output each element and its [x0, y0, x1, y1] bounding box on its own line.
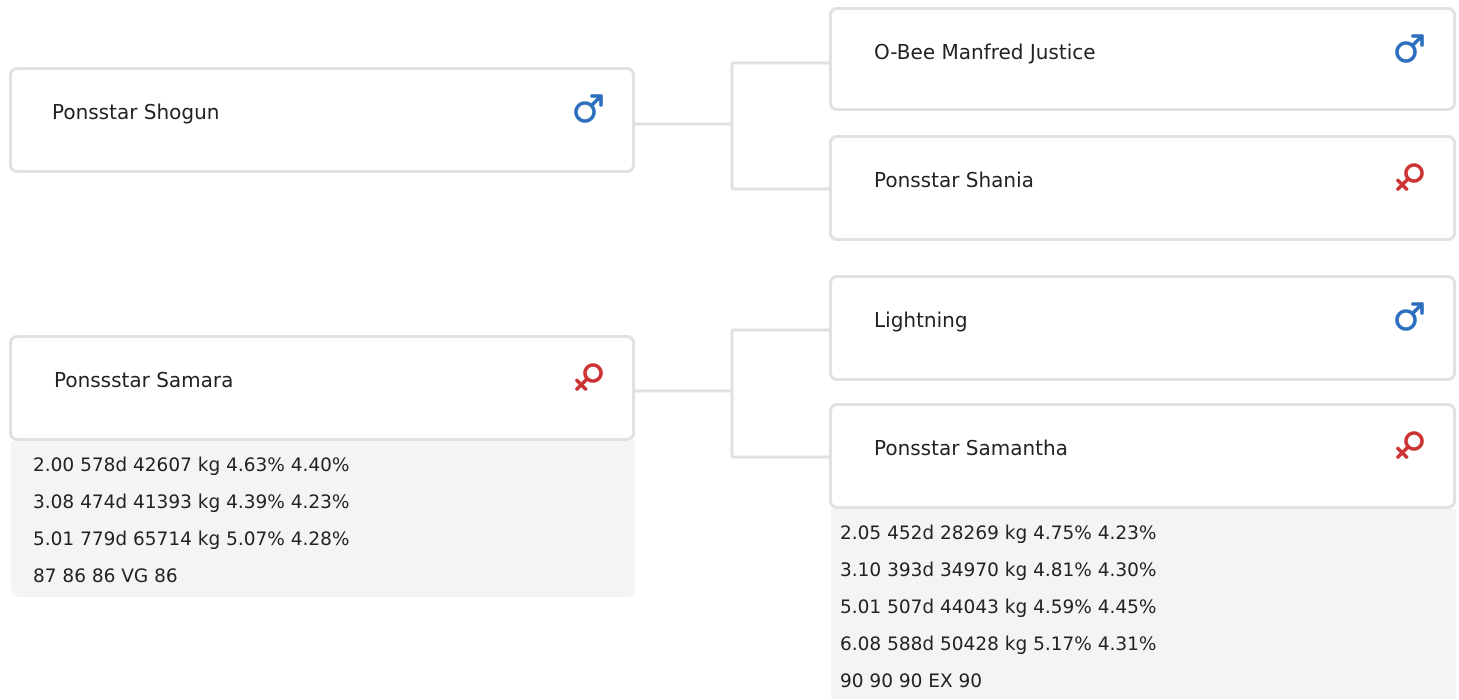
- dam-name: Ponssstar Samara: [54, 368, 234, 392]
- dam-dam-stats-row: 90 90 90 EX 90: [840, 671, 983, 692]
- female-icon: [1396, 163, 1424, 191]
- male-icon: [1395, 34, 1424, 63]
- dam-sire-name: Lightning: [874, 308, 968, 332]
- dam-card[interactable]: Ponssstar Samara: [9, 335, 635, 441]
- connector-sire-line: [634, 61, 830, 191]
- dam-dam-stats-panel: 2.05 452d 28269 kg 4.75% 4.23% 3.10 393d…: [831, 509, 1456, 699]
- dam-dam-stats-row: 5.01 507d 44043 kg 4.59% 4.45%: [840, 597, 1157, 618]
- dam-sire-card[interactable]: Lightning: [829, 275, 1456, 381]
- connector-dam-line: [634, 328, 830, 459]
- dam-stats-row: 2.00 578d 42607 kg 4.63% 4.40%: [33, 455, 350, 476]
- sire-sire-name: O-Bee Manfred Justice: [874, 40, 1096, 64]
- dam-stats-row: 87 86 86 VG 86: [33, 566, 178, 587]
- female-icon: [1396, 431, 1424, 459]
- sire-dam-card[interactable]: Ponsstar Shania: [829, 135, 1456, 241]
- male-icon: [574, 94, 603, 123]
- female-icon: [575, 363, 603, 391]
- dam-dam-card[interactable]: Ponsstar Samantha: [829, 403, 1456, 509]
- dam-dam-stats-row: 3.10 393d 34970 kg 4.81% 4.30%: [840, 560, 1157, 581]
- male-icon: [1395, 302, 1424, 331]
- dam-stats-row: 3.08 474d 41393 kg 4.39% 4.23%: [33, 492, 350, 513]
- sire-dam-name: Ponsstar Shania: [874, 168, 1034, 192]
- sire-sire-card[interactable]: O-Bee Manfred Justice: [829, 7, 1456, 111]
- dam-stats-panel: 2.00 578d 42607 kg 4.63% 4.40% 3.08 474d…: [11, 441, 635, 597]
- dam-stats-row: 5.01 779d 65714 kg 5.07% 4.28%: [33, 529, 350, 550]
- sire-name: Ponsstar Shogun: [52, 100, 220, 124]
- dam-dam-stats-row: 2.05 452d 28269 kg 4.75% 4.23%: [840, 523, 1157, 544]
- sire-card[interactable]: Ponsstar Shogun: [9, 67, 635, 173]
- dam-dam-name: Ponsstar Samantha: [874, 436, 1068, 460]
- dam-dam-stats-row: 6.08 588d 50428 kg 5.17% 4.31%: [840, 634, 1157, 655]
